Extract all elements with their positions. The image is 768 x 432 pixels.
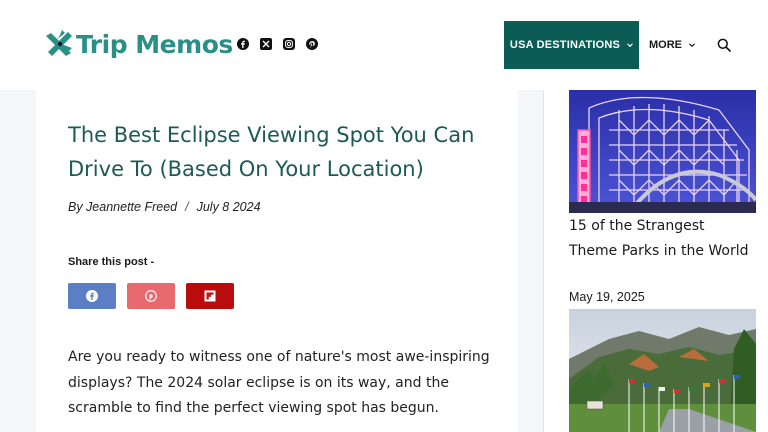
- social-links: [237, 38, 318, 50]
- article-title: The Best Eclipse Viewing Spot You Can Dr…: [68, 123, 475, 181]
- share-flipboard-button[interactable]: [186, 283, 234, 309]
- chevron-down-icon: [627, 43, 633, 48]
- nav-usa-destinations-label: USA DESTINATIONS: [509, 39, 621, 51]
- site-header: Trip Memos USA DESTINATIONS MORE: [0, 0, 768, 90]
- instagram-icon[interactable]: [283, 38, 295, 50]
- article-card: The Best Eclipse Viewing Spot You Can Dr…: [36, 90, 518, 432]
- sidebar-post-image-mountain[interactable]: [569, 309, 756, 432]
- page: Trip Memos USA DESTINATIONS MORE The Bes…: [0, 0, 768, 432]
- share-label: Share this post -: [68, 256, 155, 268]
- article-intro: Are you ready to witness one of nature's…: [68, 349, 490, 416]
- nav-more[interactable]: MORE: [649, 21, 695, 69]
- site-logo[interactable]: Trip Memos: [42, 26, 233, 62]
- nav-more-label: MORE: [649, 39, 682, 51]
- pinterest-icon[interactable]: [306, 38, 318, 50]
- facebook-icon: [86, 290, 98, 302]
- share-buttons: [68, 283, 234, 309]
- search-icon[interactable]: [717, 38, 731, 52]
- article-byline: By Jeannette Freed / July 8 2024: [68, 200, 261, 214]
- article-author[interactable]: By Jeannette Freed: [68, 200, 177, 214]
- pinterest-icon: [145, 290, 157, 302]
- flipboard-icon: [204, 290, 216, 302]
- x-icon[interactable]: [260, 38, 272, 50]
- site-logo-text: Trip Memos: [76, 29, 233, 59]
- facebook-icon[interactable]: [237, 38, 249, 50]
- plane-logo-icon: [46, 30, 72, 56]
- share-facebook-button[interactable]: [68, 283, 116, 309]
- sidebar-post-title[interactable]: 15 of the Strangest Theme Parks in the W…: [569, 214, 749, 263]
- sidebar-post-image-roller-coaster[interactable]: [569, 90, 756, 213]
- share-pinterest-button[interactable]: [127, 283, 175, 309]
- chevron-down-icon: [689, 43, 695, 48]
- sidebar-post-date: May 19, 2025: [569, 290, 645, 304]
- byline-separator: /: [185, 200, 189, 214]
- nav-usa-destinations[interactable]: USA DESTINATIONS: [504, 21, 639, 69]
- article-date: July 8 2024: [196, 200, 261, 214]
- sidebar: 15 of the Strangest Theme Parks in the W…: [544, 90, 768, 432]
